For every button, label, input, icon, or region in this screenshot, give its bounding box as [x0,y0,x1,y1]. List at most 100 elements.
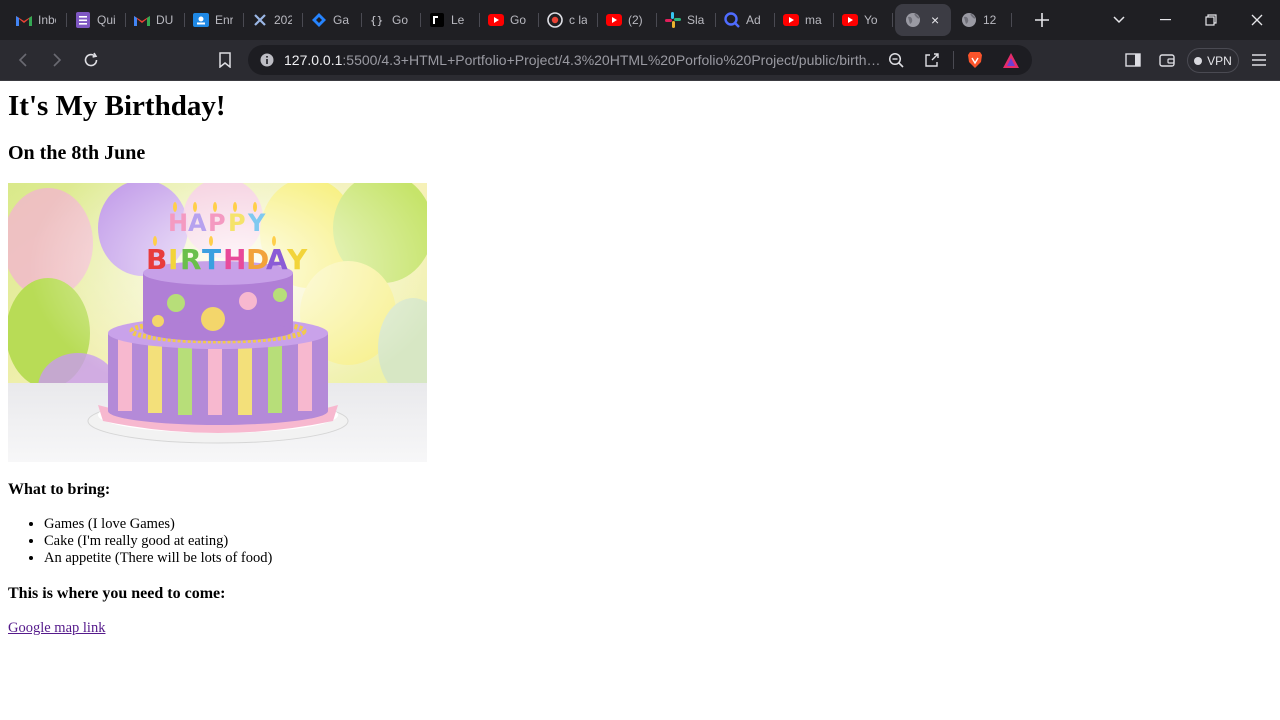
address-bar[interactable]: 127.0.0.1:5500/4.3+HTML+Portfolio+Projec… [248,45,1032,75]
vpn-label: VPN [1207,53,1232,68]
tab-strip: Inbox Quizzes DUE Enrol 2023 [0,0,1280,40]
vpn-button[interactable]: VPN [1187,48,1239,73]
plus-icon [1035,13,1049,27]
tab-title: Le [451,13,465,27]
tab-title: 2023 [274,13,292,27]
forward-button[interactable] [40,43,74,77]
tab-title: ma [805,13,822,27]
bring-heading: What to bring: [8,481,111,498]
site-info-icon[interactable] [250,53,284,67]
svg-text:{}: {} [370,14,383,27]
close-tab-icon[interactable]: × [931,13,939,27]
back-button[interactable] [6,43,40,77]
list-item: Cake (I'm really good at eating) [44,533,1272,550]
record-icon [547,12,563,28]
page-content: It's My Birthday! On the 8th June H A P … [0,82,1280,720]
youtube-icon [842,12,858,28]
bookmark-icon [219,52,231,68]
tab-quizzes[interactable]: Quizzes [67,4,126,36]
restore-button[interactable] [1188,0,1234,40]
tab-ga[interactable]: Ga [303,4,362,36]
tab-enrol[interactable]: Enrol [185,4,244,36]
notion-icon [429,12,445,28]
slack-icon [665,12,681,28]
jira-icon [311,12,327,28]
window-controls [1096,0,1280,40]
new-tab-button[interactable] [1024,4,1060,36]
tab-title: Sla [687,13,705,27]
restore-icon [1205,14,1217,26]
svg-text:I: I [168,243,178,276]
tab-youtube-2[interactable]: (2) [598,4,657,36]
page-subtitle: On the 8th June [8,142,146,164]
minimize-button[interactable] [1142,0,1188,40]
back-arrow-icon [18,53,27,67]
search-icon [724,12,740,28]
tab-title: Go [392,13,409,27]
svg-text:A: A [188,209,207,237]
google-map-link[interactable]: Google map link [8,620,105,637]
tab-cla[interactable]: c la [539,4,598,36]
chevron-down-icon [1113,16,1125,24]
youtube-icon [606,12,622,28]
reload-button[interactable] [74,43,108,77]
close-window-button[interactable] [1234,0,1280,40]
divider [953,51,954,69]
menu-button[interactable] [1242,43,1276,77]
bring-list: Games (I love Games) Cake (I'm really go… [8,516,1272,567]
tab-ad[interactable]: Ad [716,4,775,36]
tab-ma[interactable]: ma [775,4,834,36]
hamburger-menu-icon [1252,54,1266,66]
tab-search-button[interactable] [1096,0,1142,40]
tab-title: Enrol [215,13,233,27]
globe-icon [961,12,977,28]
wallet-icon [1159,54,1175,67]
tab-title: Yo [864,13,878,27]
gmail-icon [134,12,150,28]
wallet-button[interactable] [1150,43,1184,77]
tab-go-youtube[interactable]: Go [480,4,539,36]
tab-due[interactable]: DUE [126,4,185,36]
svg-text:H: H [168,209,188,237]
url-text[interactable]: 127.0.0.1:5500/4.3+HTML+Portfolio+Projec… [284,52,884,68]
tab-title: 12 [983,13,997,27]
sidebar-button[interactable] [1116,43,1150,77]
tab-le[interactable]: Le [421,4,480,36]
share-button[interactable] [915,45,949,75]
classroom-icon [193,12,209,28]
forms-icon [75,12,91,28]
tab-title: c la [569,13,587,27]
svg-text:Y: Y [286,243,308,276]
youtube-icon [488,12,504,28]
tab-slack[interactable]: Sla [657,4,716,36]
brave-rewards-button[interactable] [994,45,1028,75]
reload-icon [84,52,98,67]
gmail-icon [16,12,32,28]
tab-title: Go [510,13,527,27]
list-item: Games (I love Games) [44,516,1272,533]
tab-12[interactable]: 12 [953,4,1012,36]
tab-active[interactable]: × [895,4,951,36]
vpn-status-icon [1194,56,1203,65]
brave-shields-button[interactable] [958,45,992,75]
close-icon [1251,14,1263,26]
list-item: An appetite (There will be lots of food) [44,550,1272,567]
address-bar-actions [879,45,1028,75]
brave-lion-icon [968,52,982,68]
tab-title: Ga [333,13,350,27]
bookmark-button[interactable] [208,43,242,77]
zoom-button[interactable] [879,45,913,75]
cross-icon [252,12,268,28]
svg-text:H: H [223,243,246,276]
forward-arrow-icon [53,53,62,67]
tab-inbox[interactable]: Inbox [8,4,67,36]
birthday-cake-image: H A P P Y B I R T H D A Y [8,183,427,462]
url-path: :5500/4.3+HTML+Portfolio+Project/4.3%20H… [342,52,884,68]
tab-title: Ad [746,13,761,27]
share-icon [925,53,939,67]
tab-go-code[interactable]: {} Go [362,4,421,36]
minimize-icon [1159,19,1171,21]
tab-2023[interactable]: 2023 [244,4,303,36]
page-title: It's My Birthday! [8,90,226,122]
tab-yo[interactable]: Yo [834,4,893,36]
